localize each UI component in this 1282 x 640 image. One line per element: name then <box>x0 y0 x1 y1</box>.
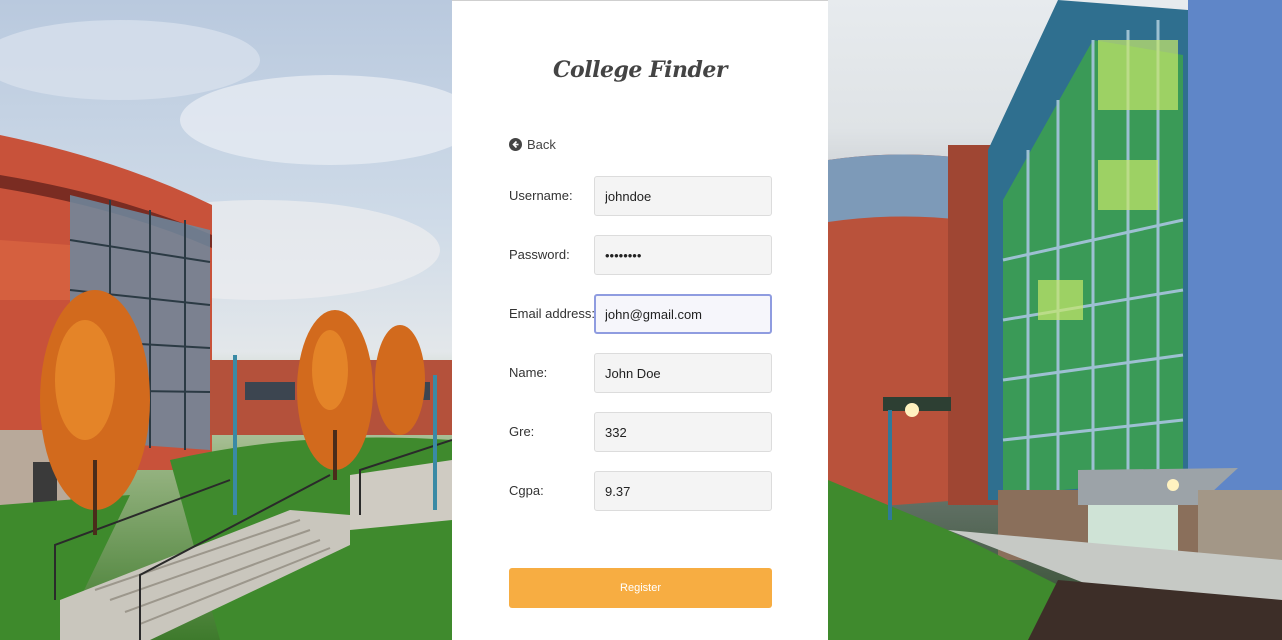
register-button[interactable]: Register <box>509 568 772 608</box>
gre-label: Gre: <box>509 424 535 439</box>
email-label: Email address: <box>509 306 595 321</box>
name-label: Name: <box>509 365 548 380</box>
app-title: College Finder <box>553 57 727 83</box>
back-link[interactable]: Back <box>509 137 556 152</box>
gre-row: Gre: <box>509 412 772 452</box>
name-input[interactable] <box>594 353 772 393</box>
email-row: Email address: <box>509 294 772 334</box>
username-input[interactable] <box>594 176 772 216</box>
password-row: Password: <box>509 235 772 275</box>
password-input[interactable] <box>594 235 772 275</box>
gre-input[interactable] <box>594 412 772 452</box>
cgpa-label: Cgpa: <box>509 483 544 498</box>
arrow-circle-left-icon <box>509 138 522 151</box>
email-input[interactable] <box>594 294 772 334</box>
back-label: Back <box>527 137 556 152</box>
campus-photo-left <box>0 0 452 640</box>
name-row: Name: <box>509 353 772 393</box>
username-row: Username: <box>509 176 772 216</box>
register-card: College Finder Back Username: Password: … <box>452 0 828 640</box>
username-label: Username: <box>509 188 573 203</box>
cgpa-row: Cgpa: <box>509 471 772 511</box>
campus-photo-right <box>828 0 1282 640</box>
cgpa-input[interactable] <box>594 471 772 511</box>
password-label: Password: <box>509 247 570 262</box>
